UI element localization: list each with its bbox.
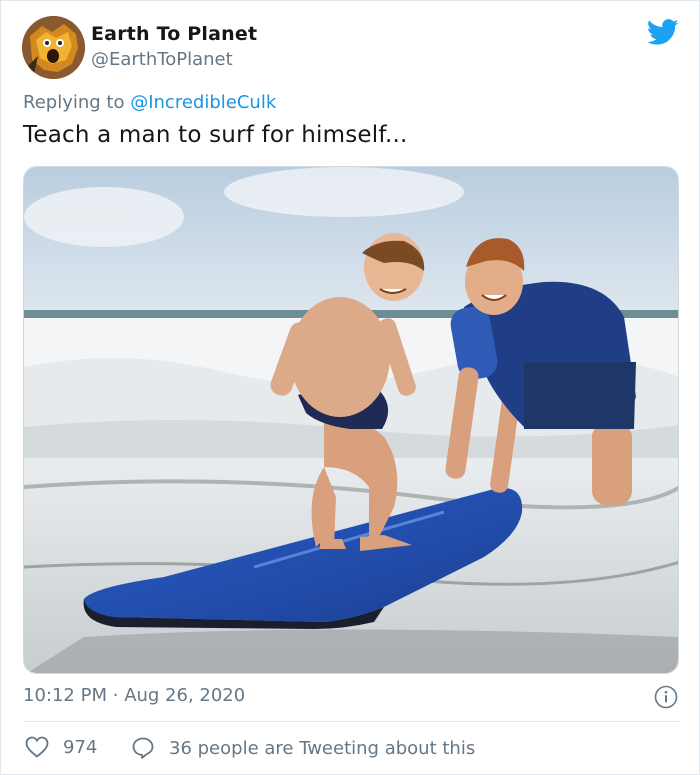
tweet-date: Aug 26, 2020	[124, 685, 246, 706]
conversation-text: 36 people are Tweeting about this	[169, 737, 476, 759]
avatar[interactable]	[22, 16, 85, 79]
like-button[interactable]: 974	[25, 736, 97, 758]
tweet-photo[interactable]	[23, 166, 679, 674]
reply-prefix: Replying to	[23, 92, 125, 113]
conversation-link[interactable]: 36 people are Tweeting about this	[131, 736, 475, 760]
twitter-bird-icon[interactable]	[646, 19, 679, 46]
like-count: 974	[63, 736, 98, 758]
replying-to: Replying to @IncredibleCulk	[23, 92, 276, 113]
tweet-time: 10:12 PM	[23, 685, 107, 706]
tweet-timestamp[interactable]: 10:12 PM · Aug 26, 2020	[23, 685, 245, 706]
speech-bubble-icon	[132, 737, 154, 759]
avatar-image	[22, 16, 85, 79]
tweet-card: Earth To Planet @EarthToPlanet Replying …	[0, 0, 700, 775]
author-handle[interactable]: @EarthToPlanet	[91, 49, 233, 70]
info-icon[interactable]	[654, 685, 678, 709]
timestamp-separator: ·	[112, 685, 119, 706]
heart-icon	[25, 736, 49, 758]
reply-to-link[interactable]: @IncredibleCulk	[130, 92, 276, 113]
divider	[23, 721, 679, 722]
surfing-photo	[24, 167, 678, 673]
tweet-text: Teach a man to surf for himself...	[23, 122, 408, 148]
author-name[interactable]: Earth To Planet	[91, 23, 257, 45]
